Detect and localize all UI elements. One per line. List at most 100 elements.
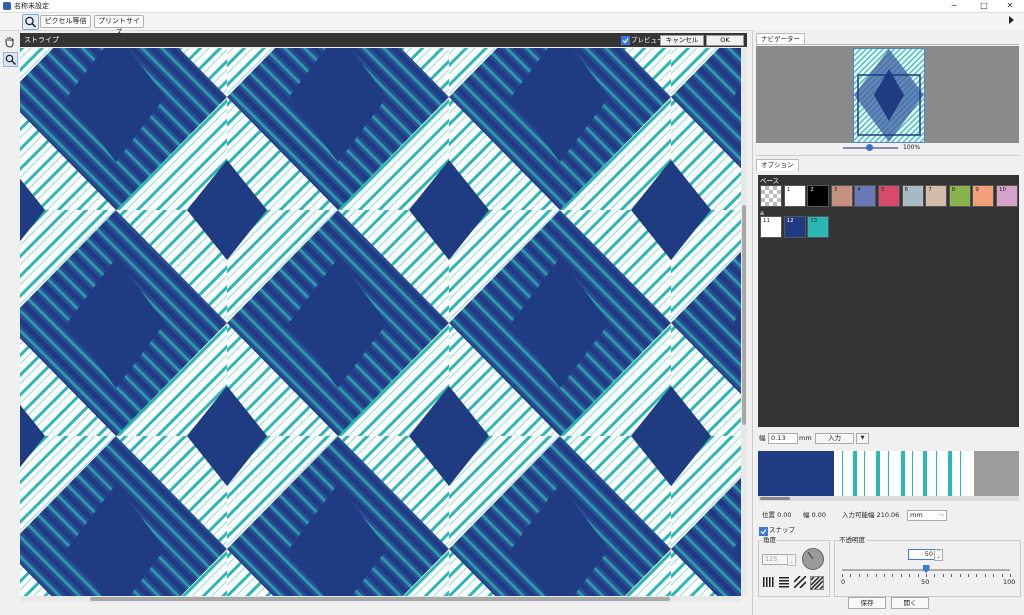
base-swatch-1[interactable]: 1 bbox=[783, 185, 806, 207]
save-button[interactable]: 保存 bbox=[848, 597, 886, 609]
slider-tick bbox=[959, 574, 961, 577]
angle-input[interactable]: 125 bbox=[762, 554, 788, 565]
slider-tick bbox=[984, 574, 986, 577]
opacity-min-label: 0 bbox=[841, 578, 846, 586]
slider-tick bbox=[1001, 574, 1003, 577]
base-swatch-5[interactable]: 5 bbox=[878, 185, 900, 207]
preview-checkbox[interactable] bbox=[621, 36, 630, 45]
stripe-preview-scroll-thumb[interactable] bbox=[760, 497, 790, 500]
snap-checkbox[interactable] bbox=[759, 527, 768, 536]
slider-tick bbox=[850, 574, 852, 577]
slider-tick bbox=[884, 574, 885, 577]
base-swatch-9[interactable]: 9 bbox=[972, 185, 995, 207]
stripe-preview-scrollbar[interactable] bbox=[758, 496, 1019, 501]
vertical-stripes-icon bbox=[763, 577, 774, 587]
swatch-number: 6 bbox=[904, 187, 909, 193]
minimize-button[interactable]: ─ bbox=[940, 0, 968, 12]
canvas-title: ストライプ bbox=[24, 36, 59, 44]
slider-tick bbox=[1010, 574, 1011, 577]
tab-options[interactable]: オプション bbox=[756, 159, 799, 171]
slider-tick bbox=[942, 574, 944, 577]
opacity-spinner[interactable]: ⌃ ⌄ bbox=[934, 549, 943, 561]
base-swatch-3[interactable]: 3 bbox=[830, 185, 853, 207]
width-label: 幅 bbox=[759, 434, 766, 442]
input-dropdown-button[interactable]: ▼ bbox=[856, 433, 869, 444]
custom-swatch-12[interactable]: 12 bbox=[783, 216, 806, 238]
opacity-input[interactable]: 50 bbox=[908, 549, 936, 560]
slider-tick bbox=[867, 574, 869, 577]
unit-select-value: mm bbox=[910, 511, 923, 519]
checkmark-icon bbox=[760, 529, 767, 535]
base-swatch-10[interactable]: 10 bbox=[996, 185, 1018, 207]
base-swatch-6[interactable]: 6 bbox=[901, 185, 924, 207]
stripe-preview[interactable] bbox=[758, 451, 1019, 496]
ok-button[interactable]: OK bbox=[706, 35, 744, 46]
swatch-number: 2 bbox=[810, 187, 814, 193]
swatch-number: 5 bbox=[881, 187, 885, 193]
close-button[interactable]: ✕ bbox=[996, 0, 1024, 12]
panel-toggle-icon[interactable] bbox=[1009, 16, 1014, 24]
maximize-button[interactable]: □ bbox=[970, 0, 998, 12]
angle-label: 角度 bbox=[762, 536, 777, 545]
horizontal-stripe-button[interactable] bbox=[778, 576, 790, 588]
base-swatch-8[interactable]: 8 bbox=[948, 185, 971, 207]
opacity-label: 不透明度 bbox=[838, 536, 866, 545]
base-swatch-7[interactable]: 7 bbox=[925, 185, 948, 207]
input-button[interactable]: 入力 bbox=[815, 433, 854, 444]
available-width-readout: 入力可能幅 210.06 bbox=[842, 511, 900, 519]
vertical-scroll-thumb[interactable] bbox=[742, 205, 746, 425]
slider-tick bbox=[968, 574, 969, 577]
navigator-zoom-value: 100% bbox=[903, 144, 921, 151]
dial-indicator-icon bbox=[807, 551, 814, 560]
horizontal-stripes-icon bbox=[779, 577, 789, 588]
diagonal-stripes-icon bbox=[810, 576, 824, 590]
diagonal-left-stripe-button[interactable] bbox=[810, 576, 824, 590]
stripe-pattern-image bbox=[20, 48, 741, 596]
app-icon bbox=[3, 2, 11, 10]
width-readout: 幅 0.00 bbox=[803, 511, 827, 519]
snap-label: スナップ bbox=[769, 526, 795, 534]
base-swatch-2[interactable]: 2 bbox=[807, 185, 830, 207]
slider-tick bbox=[842, 574, 843, 577]
swatch-number: 9 bbox=[975, 187, 979, 193]
width-input[interactable]: 0.13 bbox=[768, 433, 798, 444]
swatch-number: 13 bbox=[810, 218, 818, 224]
unit-select[interactable]: mm ⌵ bbox=[907, 510, 947, 521]
swatch-number: 7 bbox=[928, 187, 932, 193]
angle-dial[interactable] bbox=[802, 548, 824, 570]
custom-swatch-13[interactable]: 13 bbox=[807, 216, 830, 238]
opacity-mid-label: 50 bbox=[921, 578, 930, 586]
window-title: 名称未設定 bbox=[14, 2, 49, 10]
navigator-zoom-knob[interactable] bbox=[866, 144, 873, 151]
print-size-button[interactable]: プリントサイズ bbox=[94, 15, 144, 36]
base-swatch-row: 1 2 3 4 5 6 7 8 9 10 bbox=[760, 185, 1020, 207]
hand-tool-button[interactable] bbox=[3, 35, 16, 48]
zoom-tool-button[interactable] bbox=[3, 52, 18, 67]
slider-tick bbox=[993, 574, 995, 577]
chevron-down-icon: ⌵ bbox=[940, 512, 944, 518]
open-button[interactable]: 開く bbox=[891, 597, 929, 609]
slider-tick bbox=[892, 574, 894, 577]
horizontal-scroll-thumb[interactable] bbox=[90, 597, 670, 601]
preview-label: プレビュー bbox=[631, 36, 664, 44]
cancel-button[interactable]: キャンセル bbox=[660, 35, 704, 46]
slider-tick bbox=[858, 574, 860, 577]
pattern-canvas[interactable] bbox=[20, 48, 741, 596]
opacity-max-label: 100 bbox=[1003, 578, 1016, 586]
slider-tick bbox=[951, 574, 953, 577]
angle-spinner[interactable]: ⌃ ⌄ bbox=[787, 554, 796, 566]
diagonal-right-stripe-button[interactable] bbox=[793, 575, 807, 589]
search-zoom-button[interactable] bbox=[22, 14, 39, 30]
navigator-thumbnail[interactable] bbox=[853, 48, 925, 143]
diagonal-stripes-icon bbox=[793, 575, 807, 589]
slider-tick bbox=[909, 574, 911, 577]
custom-swatch-11[interactable]: 11 bbox=[760, 216, 782, 238]
magnifier-icon bbox=[25, 16, 37, 28]
vertical-stripe-button[interactable] bbox=[762, 576, 774, 588]
pixel-equal-button[interactable]: ピクセル等倍 bbox=[40, 15, 91, 28]
checkmark-icon bbox=[622, 38, 629, 44]
slider-tick bbox=[875, 574, 877, 577]
width-unit: mm bbox=[799, 434, 812, 442]
base-swatch-4[interactable]: 4 bbox=[854, 185, 877, 207]
base-swatch-transparent[interactable] bbox=[760, 185, 782, 207]
